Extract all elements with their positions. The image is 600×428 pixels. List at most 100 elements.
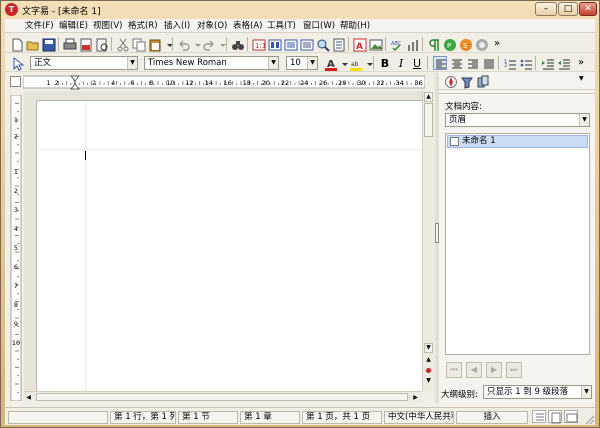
multi-page-view-icon[interactable] [267, 37, 282, 51]
green-circle-icon[interactable]: P [442, 37, 456, 51]
redo-dropdown-icon[interactable] [215, 37, 226, 51]
open-folder-icon[interactable] [25, 37, 39, 51]
outline-item[interactable]: 未命名 1 [447, 135, 588, 148]
close-button[interactable]: ✕ [579, 2, 597, 16]
horizontal-ruler[interactable]: 1 2 1 2 4 6 8 10 12 14 16 18 20 22 24 26 28 30 32 34 36 [23, 75, 425, 90]
menu-object[interactable]: 对象(O) [197, 20, 227, 32]
align-center-icon[interactable] [449, 56, 463, 70]
paragraph-marks-icon[interactable] [426, 37, 440, 51]
underline-button[interactable]: U [410, 56, 424, 70]
chevron-down-icon[interactable]: ▼ [127, 57, 137, 69]
insert-picture-icon[interactable] [368, 37, 383, 51]
italic-button[interactable]: I [394, 56, 408, 70]
vertical-ruler[interactable]: 1 2 1 2 3 4 5 6 7 8 9 10 [10, 95, 22, 401]
outline-view-icon[interactable] [283, 37, 298, 51]
styles-icon[interactable] [459, 74, 473, 89]
menu-help[interactable]: 帮助(H) [340, 20, 370, 32]
redo-icon[interactable] [201, 37, 215, 51]
copy-icon[interactable] [131, 37, 146, 52]
menu-table[interactable]: 表格(A) [233, 20, 262, 32]
previous-item-icon[interactable]: ◀ [466, 362, 482, 378]
outline-tree[interactable]: 未命名 1 [445, 133, 590, 355]
justify-icon[interactable] [481, 56, 495, 70]
bullet-list-icon[interactable] [518, 56, 532, 70]
chevron-down-icon[interactable]: ▼ [307, 57, 317, 69]
font-format-icon[interactable]: A [352, 37, 367, 52]
scroll-thumb[interactable] [424, 103, 433, 137]
status-language[interactable]: 中文(中华人民共和 [384, 411, 454, 424]
gallery-icon[interactable] [475, 74, 489, 88]
decrease-indent-icon[interactable] [556, 56, 570, 70]
minimize-button[interactable]: – [535, 2, 557, 16]
print-preview-icon[interactable] [94, 37, 108, 52]
vertical-scrollbar[interactable]: ▲ ▼ ▲ ▼ [422, 91, 434, 391]
select-arrow-icon[interactable] [10, 56, 25, 71]
highlight-icon[interactable]: ab [348, 56, 362, 71]
new-document-icon[interactable] [9, 37, 23, 52]
align-left-icon[interactable] [433, 56, 447, 70]
menu-format[interactable]: 格式(R) [128, 20, 158, 32]
find-binoculars-icon[interactable] [230, 37, 244, 51]
paste-dropdown-icon[interactable] [162, 37, 173, 51]
draft-view-icon[interactable] [299, 37, 314, 51]
menu-window[interactable]: 窗口(W) [303, 20, 335, 32]
orange-circle-icon[interactable]: S [458, 37, 472, 51]
page-layout-icon[interactable] [532, 410, 546, 423]
scroll-right-icon[interactable]: ▶ [411, 393, 420, 402]
menu-file[interactable]: 文件(F) [25, 20, 54, 32]
menu-insert[interactable]: 插入(I) [164, 20, 190, 32]
maximize-button[interactable]: □ [558, 2, 578, 16]
horizontal-scroll-thumb[interactable] [36, 393, 408, 401]
pdf-export-icon[interactable] [78, 37, 92, 52]
browse-object-icon[interactable] [426, 368, 431, 373]
outline-checkbox[interactable] [450, 137, 459, 146]
undo-icon[interactable] [176, 37, 190, 51]
align-right-icon[interactable] [465, 56, 479, 70]
first-item-icon[interactable]: ⏮ [446, 362, 462, 378]
undo-dropdown-icon[interactable] [190, 37, 201, 51]
toolbar-overflow-icon[interactable]: » [574, 56, 588, 70]
navigator-icon[interactable] [443, 74, 457, 88]
scroll-down-icon[interactable]: ▼ [424, 343, 433, 353]
chevron-down-icon[interactable]: ▼ [268, 57, 278, 69]
next-page-icon[interactable]: ▼ [424, 377, 433, 386]
font-select[interactable]: Times New Roman ▼ [144, 56, 279, 70]
zoom-icon[interactable] [315, 37, 330, 52]
increase-indent-icon[interactable] [540, 56, 554, 70]
content-select[interactable]: 页眉 ▼ [445, 113, 590, 127]
page[interactable] [36, 100, 423, 392]
previous-page-icon[interactable]: ▲ [424, 356, 433, 365]
app-logo-icon[interactable]: T [5, 3, 18, 16]
font-color-icon[interactable]: A [323, 56, 337, 71]
cut-icon[interactable] [115, 37, 129, 52]
font-color-dropdown-icon[interactable] [337, 56, 348, 70]
menu-edit[interactable]: 编辑(E) [59, 20, 88, 32]
statistics-icon[interactable] [405, 37, 419, 51]
fit-page-icon[interactable] [331, 37, 345, 52]
paste-icon[interactable] [147, 37, 161, 52]
menu-view[interactable]: 视图(V) [93, 20, 122, 32]
scroll-left-icon[interactable]: ◀ [24, 393, 33, 402]
save-icon[interactable] [41, 37, 56, 52]
gray-circle-icon[interactable] [474, 37, 488, 51]
font-size-select[interactable]: 10 ▼ [286, 56, 318, 70]
toolbar-overflow-icon[interactable]: » [490, 37, 504, 51]
web-layout-icon[interactable] [548, 410, 562, 424]
spell-check-icon[interactable]: ABC [389, 37, 403, 52]
horizontal-scrollbar[interactable]: ◀ ▶ [24, 391, 422, 402]
resize-grip-icon[interactable] [580, 410, 595, 425]
print-icon[interactable] [62, 37, 77, 51]
style-select[interactable]: 正文 ▼ [30, 56, 138, 70]
outline-layout-icon[interactable] [564, 410, 578, 423]
page-view-icon[interactable]: 1:1 [251, 37, 266, 51]
menu-tools[interactable]: 工具(T) [267, 20, 296, 32]
outline-level-select[interactable]: 只显示 1 到 9 级段落 ▼ [483, 385, 592, 399]
chevron-down-icon[interactable]: ▼ [581, 386, 591, 398]
last-item-icon[interactable]: ⏭ [506, 362, 522, 378]
numbered-list-icon[interactable]: 12 [502, 56, 516, 70]
status-insert-mode[interactable]: 插入 [456, 411, 528, 424]
bold-button[interactable]: B [378, 56, 392, 70]
title-bar[interactable]: T 文字易 - [未命名 1] – □ ✕ [1, 1, 599, 19]
tab-stop-selector[interactable] [10, 76, 21, 87]
scroll-up-icon[interactable]: ▲ [424, 92, 433, 102]
